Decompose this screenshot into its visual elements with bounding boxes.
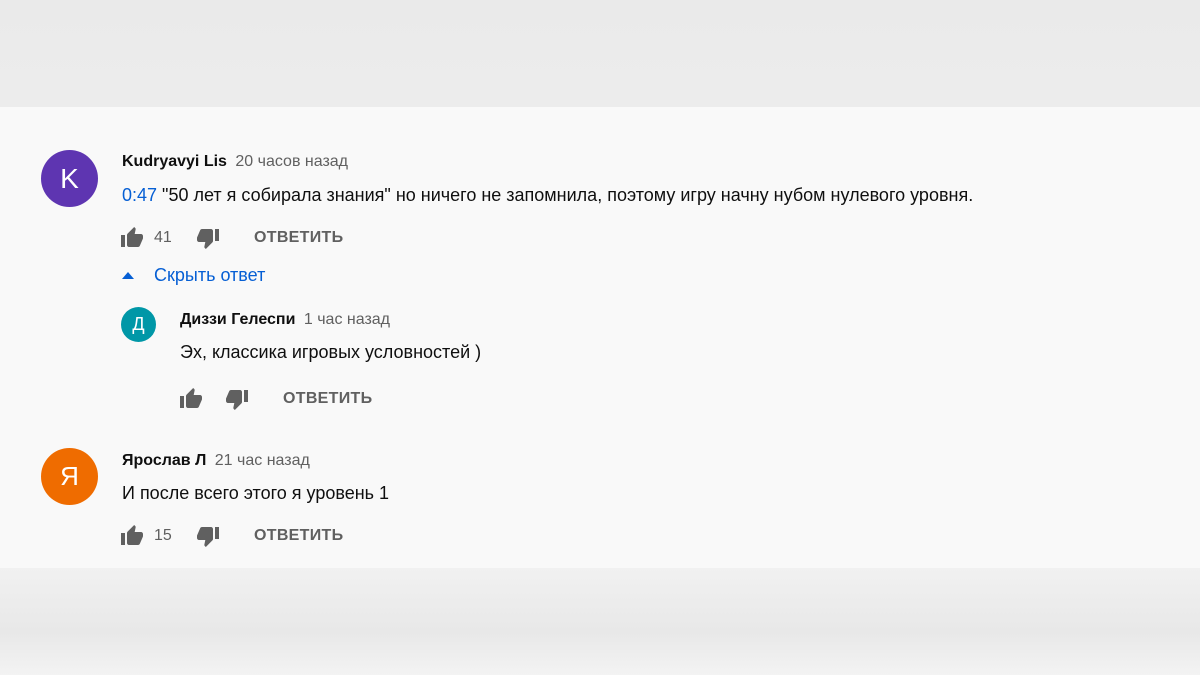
comment-body: "50 лет я собирала знания" но ничего не … [157,185,974,205]
like-icon[interactable] [179,387,203,411]
comment-actions: 15 ОТВЕТИТЬ [120,524,343,548]
reply-button[interactable]: ОТВЕТИТЬ [254,527,343,545]
reply-text: Эх, классика игровых условностей ) [180,342,482,362]
like-icon[interactable] [120,226,144,250]
hide-replies-button[interactable]: Скрыть ответ [120,265,265,286]
background-lower [0,568,1200,675]
like-count: 41 [154,229,172,246]
avatar-letter: Я [60,461,79,491]
reply-header: Диззи Гелеспи 1 час назад [180,311,390,329]
comment-text: И после всего этого я уровень 1 [122,483,390,503]
reply-author[interactable]: Диззи Гелеспи [180,311,295,328]
comment-header: Ярослав Л 21 час назад [122,452,310,470]
avatar[interactable]: Я [41,448,98,505]
reply-button[interactable]: ОТВЕТИТЬ [283,390,372,408]
reply-actions: ОТВЕТИТЬ [179,387,372,411]
reply-time[interactable]: 1 час назад [304,311,390,328]
comment-time[interactable]: 21 час назад [215,452,310,469]
avatar[interactable]: Д [121,307,156,342]
hide-replies-label: Скрыть ответ [154,265,266,285]
dislike-icon[interactable] [196,226,220,250]
avatar[interactable]: K [41,150,98,207]
caret-up-icon [122,272,134,279]
comment-author[interactable]: Ярослав Л [122,452,206,469]
dislike-icon[interactable] [196,524,220,548]
like-count: 15 [154,527,172,544]
like-icon[interactable] [120,524,144,548]
dislike-icon[interactable] [225,387,249,411]
comment-time[interactable]: 20 часов назад [235,153,348,170]
timestamp-link[interactable]: 0:47 [122,185,157,205]
avatar-letter: K [60,162,79,194]
comment-header: Kudryavyi Lis 20 часов назад [122,153,348,171]
reply-button[interactable]: ОТВЕТИТЬ [254,229,343,247]
comment-author[interactable]: Kudryavyi Lis [122,153,227,170]
avatar-letter: Д [132,314,145,334]
comment-text: 0:47 "50 лет я собирала знания" но ничег… [122,185,973,206]
comment-actions: 41 ОТВЕТИТЬ [120,226,343,250]
